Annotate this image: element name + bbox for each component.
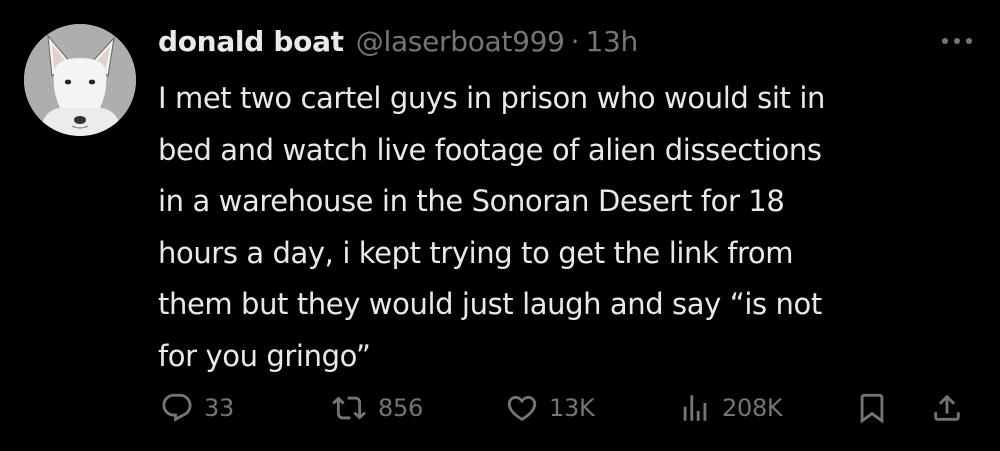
tweet-text-line: I met two cartel guys in prison who woul…	[158, 81, 825, 115]
reply-count: 33	[204, 394, 234, 422]
bull-terrier-avatar-image	[24, 24, 136, 136]
views-count: 208K	[722, 394, 783, 422]
retweet-icon	[330, 391, 368, 425]
retweet-button[interactable]: 856	[330, 386, 423, 430]
like-count: 13K	[549, 394, 595, 422]
views-button[interactable]: 208K	[678, 386, 783, 430]
tweet-text-line: for you gringo”	[158, 338, 371, 373]
more-button[interactable]	[938, 26, 976, 56]
heart-icon	[505, 391, 539, 425]
tweet-text: I met two cartel guys in prison who woul…	[158, 73, 978, 382]
bookmark-button[interactable]	[855, 386, 889, 430]
share-icon	[930, 391, 964, 425]
avatar[interactable]	[24, 24, 136, 136]
display-name[interactable]: donald boat	[158, 22, 344, 62]
like-button[interactable]: 13K	[505, 386, 595, 430]
tweet-text-line: bed and watch live footage of alien diss…	[158, 132, 822, 167]
separator-dot: ·	[570, 25, 580, 58]
share-button[interactable]	[930, 386, 964, 430]
reply-button[interactable]: 33	[160, 386, 234, 430]
retweet-count: 856	[378, 394, 423, 422]
views-icon	[678, 391, 712, 425]
timestamp[interactable]: 13h	[586, 22, 639, 62]
user-handle[interactable]: @laserboat999	[356, 22, 565, 62]
bookmark-icon	[855, 391, 889, 425]
action-bar: 33 856 13K 208K	[0, 386, 1000, 430]
tweet-header: donald boat @laserboat999 · 13h	[158, 22, 638, 62]
tweet-text-line: them but they would just laugh and say “…	[158, 287, 822, 321]
reply-icon	[160, 391, 194, 425]
tweet[interactable]: donald boat @laserboat999 · 13h I met tw…	[0, 0, 1000, 451]
tweet-text-line: hours a day, i kept trying to get the li…	[158, 235, 794, 270]
tweet-text-line: in a warehouse in the Sonoran Desert for…	[158, 184, 785, 218]
more-icon	[942, 38, 972, 44]
